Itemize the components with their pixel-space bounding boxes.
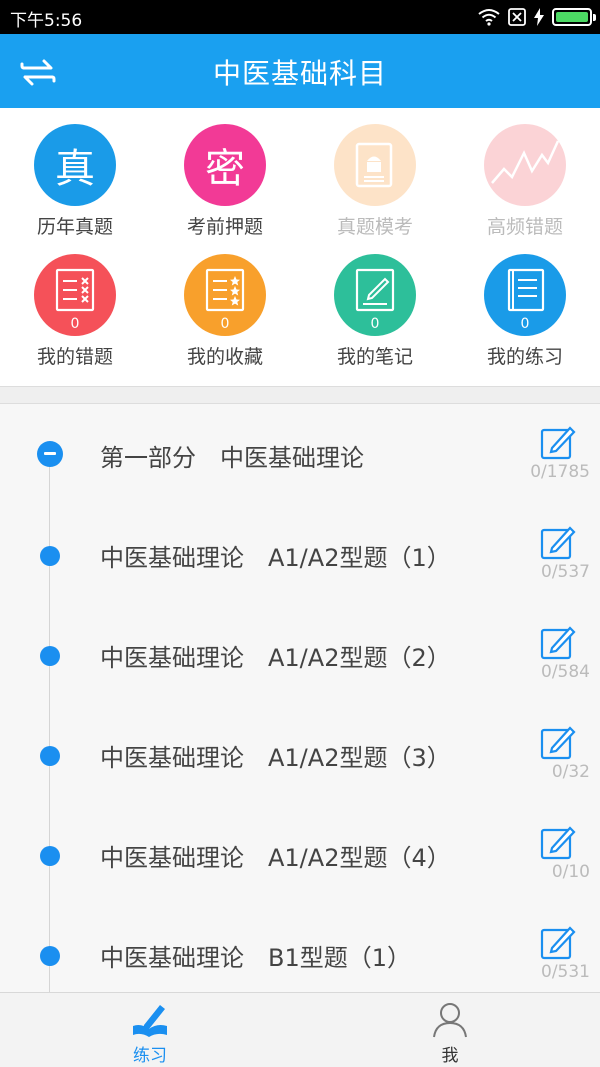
my-practice-count: 0: [520, 316, 530, 332]
user-icon: [433, 1003, 467, 1038]
past-exams-icon: 真: [34, 124, 116, 206]
note-edit-icon: 0: [334, 254, 416, 336]
chapter-progress: 0/537: [541, 562, 590, 582]
chapter-progress: 0/531: [541, 962, 590, 982]
star-list-icon: 0: [184, 254, 266, 336]
grid-item-label: 我的笔记: [336, 346, 413, 368]
chapter-list: 第一部分 中医基础理论 0/1785 中医基础理论 A1/A2型题（1） 0/5…: [0, 404, 600, 992]
timeline-dot: [40, 646, 60, 666]
edit-icon[interactable]: [540, 424, 576, 460]
grid-item-my-notes[interactable]: 0 我的笔记: [300, 238, 450, 368]
grid-item-label: 考前押题: [186, 216, 263, 238]
chapter-row[interactable]: 中医基础理论 A1/A2型题（2） 0/584: [0, 604, 600, 704]
grid-item-my-favorites[interactable]: 0 我的收藏: [150, 238, 300, 368]
wifi-icon: [478, 9, 500, 26]
charging-icon: [534, 8, 544, 26]
tab-me[interactable]: 我: [300, 993, 600, 1067]
tab-practice[interactable]: 练习: [0, 993, 300, 1067]
grid-item-label: 历年真题: [36, 216, 113, 238]
tab-label: 我: [441, 1046, 459, 1066]
sim-off-icon: [508, 8, 526, 26]
chapter-title: 中医基础理论 A1/A2型题（3）: [100, 744, 451, 772]
chapter-title: 中医基础理论 A1/A2型题（4）: [100, 844, 451, 872]
chapter-row[interactable]: 第一部分 中医基础理论 0/1785: [0, 404, 600, 504]
chapter-title: 中医基础理论 A1/A2型题（2）: [100, 644, 451, 672]
chapter-row[interactable]: 中医基础理论 B1型题（1） 0/531: [0, 904, 600, 992]
line-chart-icon: [484, 124, 566, 206]
android-doc-icon: [334, 124, 416, 206]
grid-item-label: 我的练习: [486, 346, 563, 368]
edit-icon[interactable]: [540, 524, 576, 560]
timeline-dot: [40, 546, 60, 566]
predicted-questions-glyph: 密: [205, 146, 245, 192]
page-title: 中医基础科目: [212, 57, 387, 90]
grid-item-predicted-questions[interactable]: 密 考前押题: [150, 108, 300, 238]
bottom-tab-bar: 练习 我: [0, 992, 600, 1067]
wrong-list-icon: 0: [34, 254, 116, 336]
edit-icon[interactable]: [540, 924, 576, 960]
grid-item-my-mistakes[interactable]: 0 我的错题: [0, 238, 150, 368]
chapter-row[interactable]: 中医基础理论 A1/A2型题（4） 0/10: [0, 804, 600, 904]
grid-item-frequent-mistakes[interactable]: 高频错题: [450, 108, 600, 238]
chapter-progress: 0/32: [551, 762, 590, 782]
chapter-title: 中医基础理论 B1型题（1）: [100, 944, 412, 972]
edit-icon[interactable]: [540, 724, 576, 760]
grid-item-mock-exam[interactable]: 真题模考: [300, 108, 450, 238]
grid-item-my-practice[interactable]: 0 我的练习: [450, 238, 600, 368]
chapter-title: 中医基础理论 A1/A2型题（1）: [100, 544, 451, 572]
section-divider: [0, 386, 600, 404]
status-time: 下午5:56: [10, 11, 83, 31]
timeline-dot: [40, 846, 60, 866]
past-exams-glyph: 真: [55, 146, 95, 192]
app-header: 中医基础科目: [0, 34, 600, 108]
function-grid: 真 历年真题 密 考前押题 真题模考 高频错题 0 我的错题 0 我的收藏 0 …: [0, 108, 600, 386]
grid-item-past-exams[interactable]: 真 历年真题: [0, 108, 150, 238]
chapter-row[interactable]: 中医基础理论 A1/A2型题（1） 0/537: [0, 504, 600, 604]
edit-icon[interactable]: [540, 624, 576, 660]
status-icons: [478, 7, 596, 27]
tab-label: 练习: [133, 1046, 167, 1066]
chapter-title: 第一部分 中医基础理论: [100, 444, 364, 472]
chapter-row[interactable]: 中医基础理论 A1/A2型题（3） 0/32: [0, 704, 600, 804]
edit-icon[interactable]: [540, 824, 576, 860]
grid-item-label: 我的错题: [36, 346, 113, 368]
timeline-dot: [40, 946, 60, 966]
grid-item-label: 高频错题: [486, 216, 563, 238]
battery-icon: [552, 8, 596, 26]
chapter-progress: 0/10: [551, 862, 590, 882]
my-notes-count: 0: [370, 316, 380, 332]
status-bar: 下午5:56: [0, 0, 600, 34]
my-mistakes-count: 0: [70, 316, 80, 332]
chapter-progress: 0/584: [541, 662, 590, 682]
practice-book-icon: 0: [484, 254, 566, 336]
pen-book-icon: [133, 1005, 167, 1037]
my-favorites-count: 0: [220, 316, 230, 332]
collapse-icon[interactable]: [37, 441, 63, 467]
predicted-questions-icon: 密: [184, 124, 266, 206]
chapter-progress: 0/1785: [530, 462, 590, 482]
grid-item-label: 真题模考: [336, 216, 413, 238]
grid-item-label: 我的收藏: [186, 346, 263, 368]
timeline-dot: [40, 746, 60, 766]
